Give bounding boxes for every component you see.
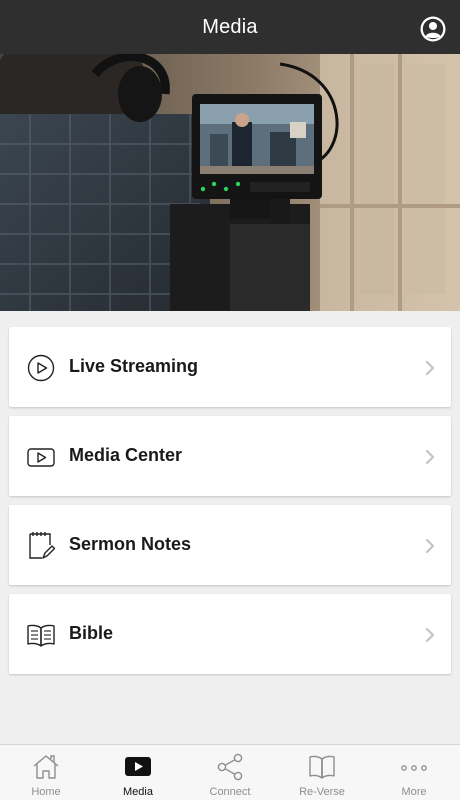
tab-label: Media: [123, 786, 153, 798]
bottom-tab-bar: Home Media Connect Re-Verse More: [0, 744, 460, 800]
play-icon: [125, 757, 151, 776]
tab-home[interactable]: Home: [0, 745, 92, 800]
tab-re-verse[interactable]: Re-Verse: [276, 745, 368, 800]
notepad-pen-icon: [29, 532, 56, 559]
open-book-icon: [27, 624, 55, 647]
tab-label: Home: [31, 786, 61, 798]
user-circle-icon[interactable]: [420, 16, 446, 42]
chevron-right-icon: [425, 360, 435, 376]
hero-image: [0, 54, 460, 311]
menu-item-label: Live Streaming: [69, 356, 199, 376]
tab-label: Re-Verse: [299, 786, 345, 798]
menu-item-media-center[interactable]: Media Center: [9, 416, 451, 496]
menu-item-label: Media Center: [69, 445, 183, 465]
camera-monitor-photo: [0, 54, 460, 311]
play-rectangle-icon: [27, 448, 55, 467]
tab-media[interactable]: Media: [92, 745, 184, 800]
menu-item-bible[interactable]: Bible: [9, 594, 451, 674]
menu-item-sermon-notes[interactable]: Sermon Notes: [9, 505, 451, 585]
play-circle-icon: [27, 354, 55, 382]
tab-connect[interactable]: Connect: [184, 745, 276, 800]
app-header: Media: [0, 0, 460, 54]
page-title: Media: [202, 15, 258, 38]
menu-item-label: Bible: [69, 623, 114, 643]
chevron-right-icon: [425, 627, 435, 643]
chevron-right-icon: [425, 449, 435, 465]
book-icon: [309, 755, 335, 779]
tab-label: More: [401, 786, 427, 798]
tab-more[interactable]: More: [368, 745, 460, 800]
menu-item-live-streaming[interactable]: Live Streaming: [9, 327, 451, 407]
media-menu: Live Streaming Media Center Sermon Notes…: [9, 327, 451, 683]
tab-label: Connect: [209, 786, 251, 798]
chevron-right-icon: [425, 538, 435, 554]
home-icon: [33, 755, 59, 779]
menu-item-label: Sermon Notes: [69, 534, 192, 554]
more-dots-icon: [401, 765, 427, 771]
share-icon: [217, 753, 243, 781]
